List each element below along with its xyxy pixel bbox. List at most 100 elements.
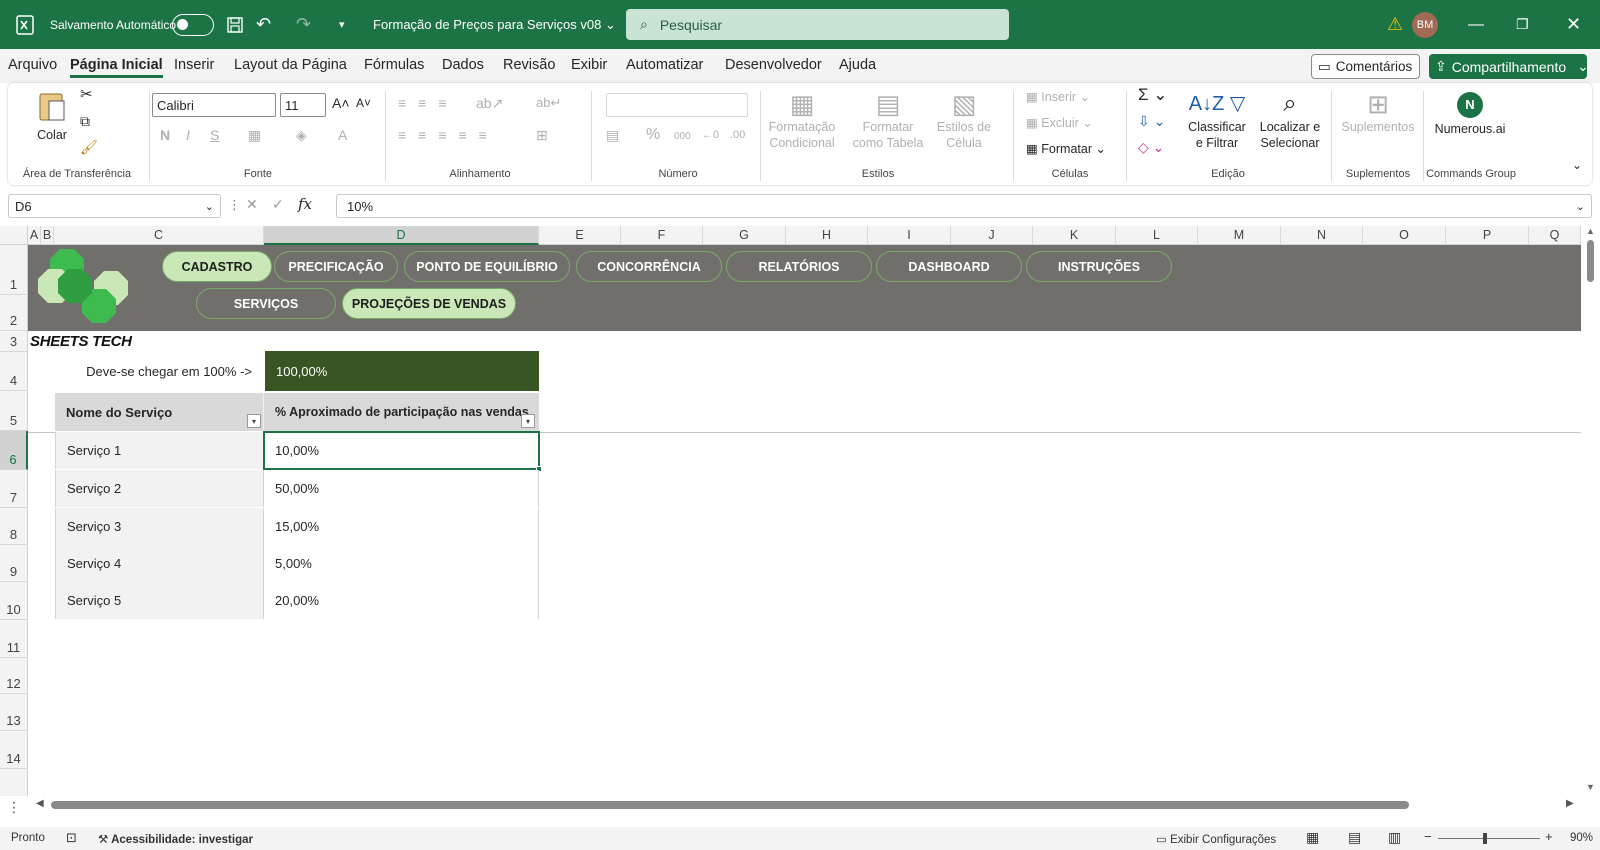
col-header-b[interactable]: B: [41, 226, 54, 245]
avatar[interactable]: BM: [1412, 12, 1438, 38]
target-value-cell[interactable]: 100,00%: [265, 351, 539, 391]
scroll-up-icon[interactable]: ▲: [1586, 226, 1595, 236]
service-name-cell[interactable]: Serviço 2: [55, 470, 264, 507]
col-header-n[interactable]: N: [1281, 226, 1363, 245]
ribbon-collapse-icon[interactable]: ⌄: [1572, 157, 1582, 173]
row-header-5[interactable]: 5: [0, 391, 28, 431]
row-header-11[interactable]: 11: [0, 620, 28, 658]
cell-styles-button[interactable]: ▧ Estilos de Célula: [934, 89, 994, 151]
format-table-button[interactable]: ▤ Formatar como Tabela: [846, 89, 930, 151]
zoom-slider-thumb[interactable]: [1483, 833, 1487, 844]
zoom-out-icon[interactable]: −: [1424, 829, 1432, 844]
col-header-q[interactable]: Q: [1529, 226, 1581, 245]
formula-input[interactable]: 10% ⌄: [336, 194, 1592, 218]
col-header-c[interactable]: C: [54, 226, 264, 245]
col-header-f[interactable]: F: [621, 226, 703, 245]
row-header-10[interactable]: 10: [0, 582, 28, 620]
tab-dados[interactable]: Dados: [442, 57, 484, 73]
insert-function-icon[interactable]: fx: [298, 195, 312, 213]
tab-revisao[interactable]: Revisão: [503, 57, 555, 73]
grow-font-icon[interactable]: A˄: [332, 95, 350, 111]
align-top-icons[interactable]: ≡≡≡: [398, 95, 459, 111]
service-name-cell[interactable]: Serviço 5: [55, 582, 264, 619]
nav-ponto-equilibrio[interactable]: PONTO DE EQUILÍBRIO: [404, 251, 570, 282]
col-header-p[interactable]: P: [1446, 226, 1529, 245]
horizontal-scrollbar[interactable]: ◀ ▶: [28, 796, 1581, 814]
col-header-i[interactable]: I: [868, 226, 951, 245]
accessibility-status[interactable]: ⚒ Acessibilidade: investigar: [98, 832, 253, 846]
col-header-e[interactable]: E: [539, 226, 621, 245]
currency-icon[interactable]: ▤: [606, 127, 619, 143]
row-header-15[interactable]: [0, 769, 28, 796]
display-settings[interactable]: ▭ Exibir Configurações: [1156, 832, 1276, 846]
zoom-in-icon[interactable]: +: [1545, 829, 1553, 844]
comments-button[interactable]: ▭ Comentários: [1311, 54, 1420, 79]
participation-cell[interactable]: 20,00%: [264, 582, 539, 619]
autosave-toggle[interactable]: [172, 0, 214, 49]
numerous-button[interactable]: N Numerous.ai: [1428, 89, 1512, 137]
filter-participation-icon[interactable]: ▾: [521, 414, 535, 428]
row-header-1[interactable]: 1: [0, 245, 28, 295]
vertical-scroll-thumb[interactable]: [1587, 240, 1594, 282]
search-box[interactable]: ⌕ Pesquisar: [626, 9, 1009, 40]
merge-center-icon[interactable]: ⊞: [536, 127, 548, 143]
col-header-o[interactable]: O: [1363, 226, 1446, 245]
borders-icon[interactable]: ▦: [248, 127, 261, 143]
col-header-k[interactable]: K: [1033, 226, 1116, 245]
font-name-select[interactable]: Calibri: [152, 93, 276, 117]
horizontal-scroll-thumb[interactable]: [51, 801, 1409, 809]
tab-arquivo[interactable]: Arquivo: [8, 57, 57, 73]
cut-icon[interactable]: ✂: [80, 87, 93, 103]
participation-cell[interactable]: 50,00%: [264, 470, 539, 507]
cancel-entry-icon[interactable]: ✕: [246, 196, 258, 213]
name-box[interactable]: D6 ⌄: [8, 194, 221, 218]
participation-cell[interactable]: 15,00%: [264, 508, 539, 545]
col-header-d[interactable]: D: [264, 226, 539, 245]
filter-service-name-icon[interactable]: ▾: [247, 414, 261, 428]
sheet-options-icon[interactable]: ⋮: [0, 796, 28, 827]
align-horizontal-icons[interactable]: ≡≡≡≡≡: [398, 127, 499, 143]
format-cells-button[interactable]: ▦ Formatar ⌄: [1026, 141, 1106, 157]
percent-icon[interactable]: %: [646, 127, 660, 143]
service-name-cell[interactable]: Serviço 1: [55, 432, 264, 469]
select-all-corner[interactable]: [0, 226, 28, 245]
nav-instrucoes[interactable]: INSTRUÇÕES: [1026, 251, 1172, 282]
header-participation[interactable]: % Aproximado de participação nas vendas: [264, 393, 539, 431]
undo-icon[interactable]: ↶: [256, 0, 271, 49]
fill-color-icon[interactable]: ◈: [296, 127, 307, 143]
scroll-down-icon[interactable]: ▼: [1586, 782, 1595, 792]
row-header-6[interactable]: 6: [0, 431, 28, 470]
insert-cells-button[interactable]: ▦ Inserir ⌄: [1026, 89, 1090, 105]
col-header-m[interactable]: M: [1198, 226, 1281, 245]
font-color-icon[interactable]: A: [338, 127, 347, 143]
sort-filter-button[interactable]: A↓Z ▽ Classificar e Filtrar: [1184, 89, 1250, 151]
find-select-button[interactable]: ⌕ Localizar e Selecionar: [1254, 89, 1326, 151]
scroll-right-icon[interactable]: ▶: [1566, 798, 1574, 809]
redo-icon[interactable]: ↷: [296, 0, 311, 49]
tab-automatizar[interactable]: Automatizar: [626, 57, 703, 73]
tab-formulas[interactable]: Fórmulas: [364, 57, 424, 73]
conditional-format-button[interactable]: ▦ Formatação Condicional: [762, 89, 842, 151]
nav-relatorios[interactable]: RELATÓRIOS: [726, 251, 872, 282]
col-header-h[interactable]: H: [786, 226, 868, 245]
col-header-a[interactable]: A: [28, 226, 41, 245]
share-button[interactable]: ⇪ Compartilhamento ⌄: [1429, 54, 1589, 79]
participation-cell[interactable]: 5,00%: [264, 545, 539, 582]
nav-cadastro[interactable]: CADASTRO: [162, 251, 272, 282]
minimize-icon[interactable]: —: [1468, 0, 1484, 49]
normal-view-icon[interactable]: ▦: [1306, 829, 1319, 846]
addins-button[interactable]: ⊞ Suplementos: [1338, 89, 1418, 135]
nav-servicos[interactable]: SERVIÇOS: [196, 288, 336, 319]
fill-icon[interactable]: ⇩ ⌄: [1138, 113, 1165, 129]
nav-projecoes-vendas[interactable]: PROJEÇÕES DE VENDAS: [342, 288, 516, 319]
zoom-slider[interactable]: [1438, 838, 1540, 839]
restore-icon[interactable]: ❐: [1516, 0, 1529, 49]
italic-icon[interactable]: I: [186, 127, 190, 143]
bold-icon[interactable]: N: [160, 127, 170, 143]
row-header-14[interactable]: 14: [0, 731, 28, 769]
save-icon[interactable]: [226, 0, 244, 49]
format-painter-icon[interactable]: 🖌: [80, 139, 98, 155]
col-header-g[interactable]: G: [703, 226, 786, 245]
nav-dashboard[interactable]: DASHBOARD: [876, 251, 1022, 282]
row-header-4[interactable]: 4: [0, 352, 28, 391]
